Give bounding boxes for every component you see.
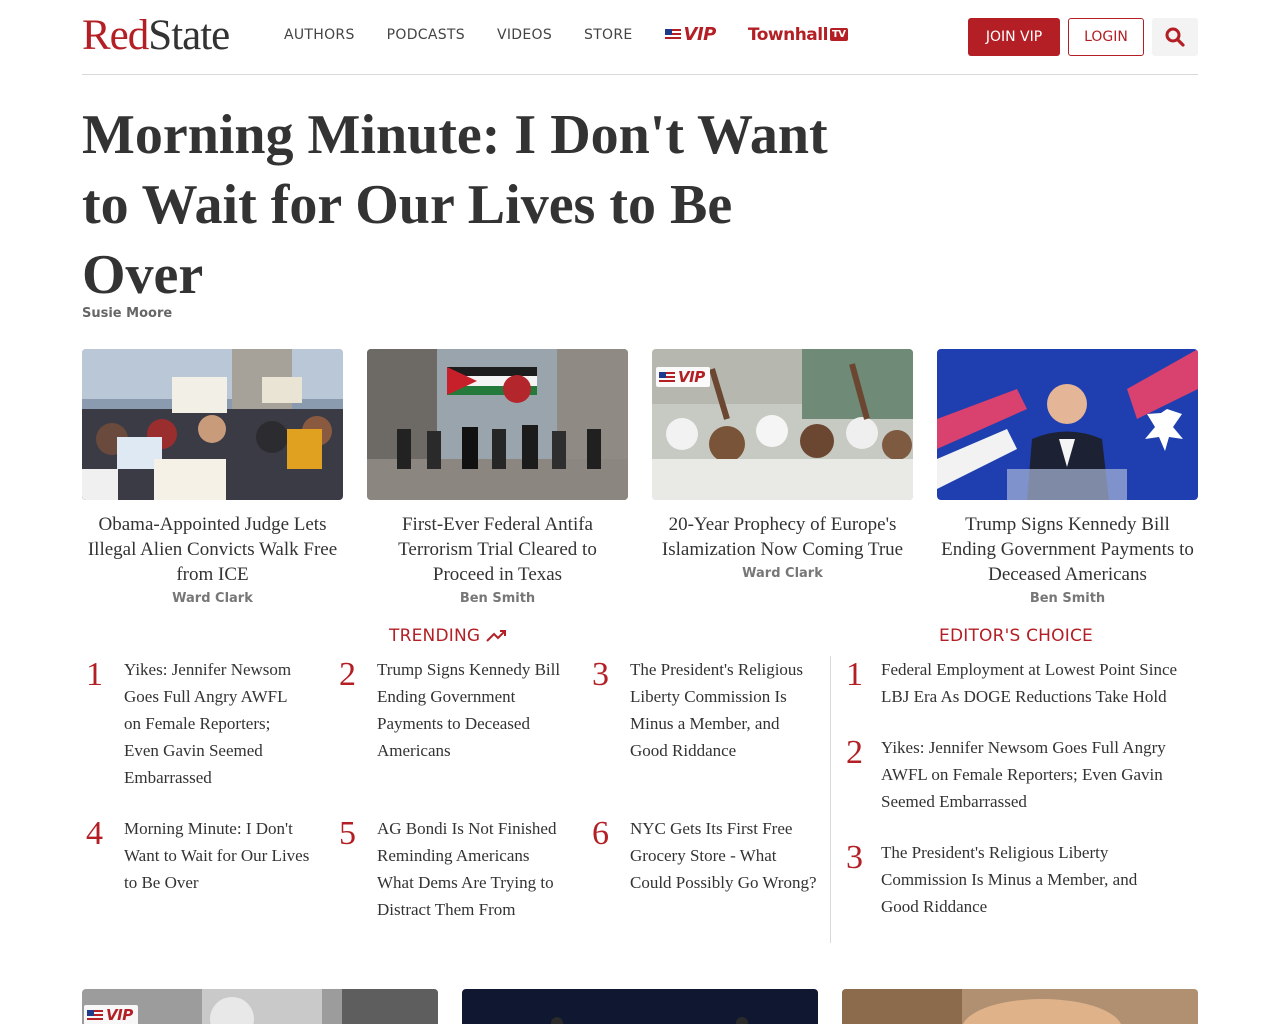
login-button[interactable]: LOGIN (1068, 18, 1144, 56)
trending-item[interactable]: 3 The President's Religious Liberty Comm… (592, 656, 818, 764)
story-card[interactable]: VIP 20-Year Prophecy of Europe's Islamiz… (652, 349, 913, 581)
trending-link[interactable]: Morning Minute: I Don't Want to Wait for… (124, 815, 316, 896)
trending-heading: TRENDING (389, 626, 508, 646)
vip-badge: VIP (656, 367, 710, 387)
trending-link[interactable]: NYC Gets Its First Free Grocery Store - … (630, 815, 818, 896)
lead-headline[interactable]: Morning Minute: I Don't Want to Wait for… (82, 100, 842, 310)
vip-badge: VIP (84, 1005, 138, 1024)
logo-dark-text: State (148, 12, 230, 59)
trending-link[interactable]: AG Bondi Is Not Finished Reminding Ameri… (377, 815, 564, 923)
nav-store[interactable]: STORE (584, 27, 633, 43)
vip-badge-label: VIP (678, 368, 705, 386)
trending-item[interactable]: 5 AG Bondi Is Not Finished Reminding Ame… (339, 815, 564, 923)
editors-choice-link[interactable]: Yikes: Jennifer Newsom Goes Full Angry A… (881, 734, 1191, 815)
townhall-label: Townhall (747, 24, 829, 45)
trending-link[interactable]: The President's Religious Liberty Commis… (630, 656, 818, 764)
story-card[interactable]: Obama-Appointed Judge Lets Illegal Alien… (82, 349, 343, 606)
story-author[interactable]: Ward Clark (82, 591, 343, 606)
search-icon (1165, 27, 1185, 47)
trending-up-icon (486, 630, 507, 642)
featured-cards: Obama-Appointed Judge Lets Illegal Alien… (82, 349, 1198, 614)
editors-choice-item[interactable]: 1 Federal Employment at Lowest Point Sin… (846, 656, 1198, 710)
bottom-story-image[interactable]: VIP (82, 989, 438, 1024)
trending-link[interactable]: Yikes: Jennifer Newsom Goes Full Angry A… (124, 656, 306, 791)
nav-videos[interactable]: VIDEOS (497, 27, 552, 43)
trending-item[interactable]: 6 NYC Gets Its First Free Grocery Store … (592, 815, 818, 896)
story-image[interactable] (937, 349, 1198, 500)
story-author[interactable]: Ben Smith (937, 591, 1198, 606)
join-vip-button[interactable]: JOIN VIP (968, 18, 1060, 56)
story-image[interactable] (367, 349, 628, 500)
trending-link[interactable]: Trump Signs Kennedy Bill Ending Governme… (377, 656, 564, 764)
site-header: RedState AUTHORS PODCASTS VIDEOS STORE V… (82, 0, 1198, 75)
trending-rank: 4 (86, 815, 103, 852)
trending-rank: 2 (339, 656, 356, 693)
editors-choice-rank: 1 (846, 656, 863, 693)
editors-choice-rank: 2 (846, 734, 863, 771)
site-logo[interactable]: RedState (82, 12, 230, 59)
main-nav: AUTHORS PODCASTS VIDEOS STORE VIP Townha… (284, 24, 848, 45)
editors-choice-link[interactable]: Federal Employment at Lowest Point Since… (881, 656, 1198, 710)
editors-choice-label: EDITOR'S CHOICE (939, 626, 1093, 646)
bottom-story-image[interactable] (462, 989, 818, 1024)
story-title[interactable]: Obama-Appointed Judge Lets Illegal Alien… (82, 512, 343, 587)
trending-item[interactable]: 1 Yikes: Jennifer Newsom Goes Full Angry… (86, 656, 306, 791)
bottom-story-image[interactable] (842, 989, 1198, 1024)
editors-choice-rank: 3 (846, 839, 863, 876)
nav-vip-label: VIP (683, 24, 717, 45)
trending-label: TRENDING (389, 626, 481, 646)
trending-rank: 1 (86, 656, 103, 693)
trending-rank: 6 (592, 815, 609, 852)
story-author[interactable]: Ben Smith (367, 591, 628, 606)
editors-choice-item[interactable]: 2 Yikes: Jennifer Newsom Goes Full Angry… (846, 734, 1198, 815)
story-author[interactable]: Ward Clark (652, 566, 913, 581)
logo-red-text: Red (82, 12, 149, 59)
trending-rank: 3 (592, 656, 609, 693)
editors-choice-item[interactable]: 3 The President's Religious Liberty Comm… (846, 839, 1198, 920)
vip-badge-label: VIP (106, 1006, 133, 1024)
story-title[interactable]: First-Ever Federal Antifa Terrorism Tria… (367, 512, 628, 587)
flag-icon (664, 29, 681, 40)
nav-authors[interactable]: AUTHORS (284, 27, 355, 43)
nav-vip[interactable]: VIP (664, 24, 717, 45)
trending-item[interactable]: 4 Morning Minute: I Don't Want to Wait f… (86, 815, 316, 896)
flag-icon (659, 371, 675, 383)
search-button[interactable] (1152, 18, 1198, 56)
trending-rank: 5 (339, 815, 356, 852)
townhall-tv-badge: TV (829, 28, 848, 41)
nav-podcasts[interactable]: PODCASTS (387, 27, 465, 43)
editors-choice-heading: EDITOR'S CHOICE (939, 626, 1093, 646)
story-image[interactable] (82, 349, 343, 500)
story-title[interactable]: 20-Year Prophecy of Europe's Islamizatio… (652, 512, 913, 562)
trending-item[interactable]: 2 Trump Signs Kennedy Bill Ending Govern… (339, 656, 564, 764)
story-image[interactable]: VIP (652, 349, 913, 500)
editors-choice-link[interactable]: The President's Religious Liberty Commis… (881, 839, 1171, 920)
section-divider (830, 656, 831, 943)
story-card[interactable]: First-Ever Federal Antifa Terrorism Tria… (367, 349, 628, 606)
flag-icon (87, 1009, 103, 1021)
nav-townhall-tv[interactable]: Townhall TV (748, 25, 848, 45)
lead-author[interactable]: Susie Moore (82, 306, 172, 321)
story-card[interactable]: Trump Signs Kennedy Bill Ending Governme… (937, 349, 1198, 606)
story-title[interactable]: Trump Signs Kennedy Bill Ending Governme… (937, 512, 1198, 587)
